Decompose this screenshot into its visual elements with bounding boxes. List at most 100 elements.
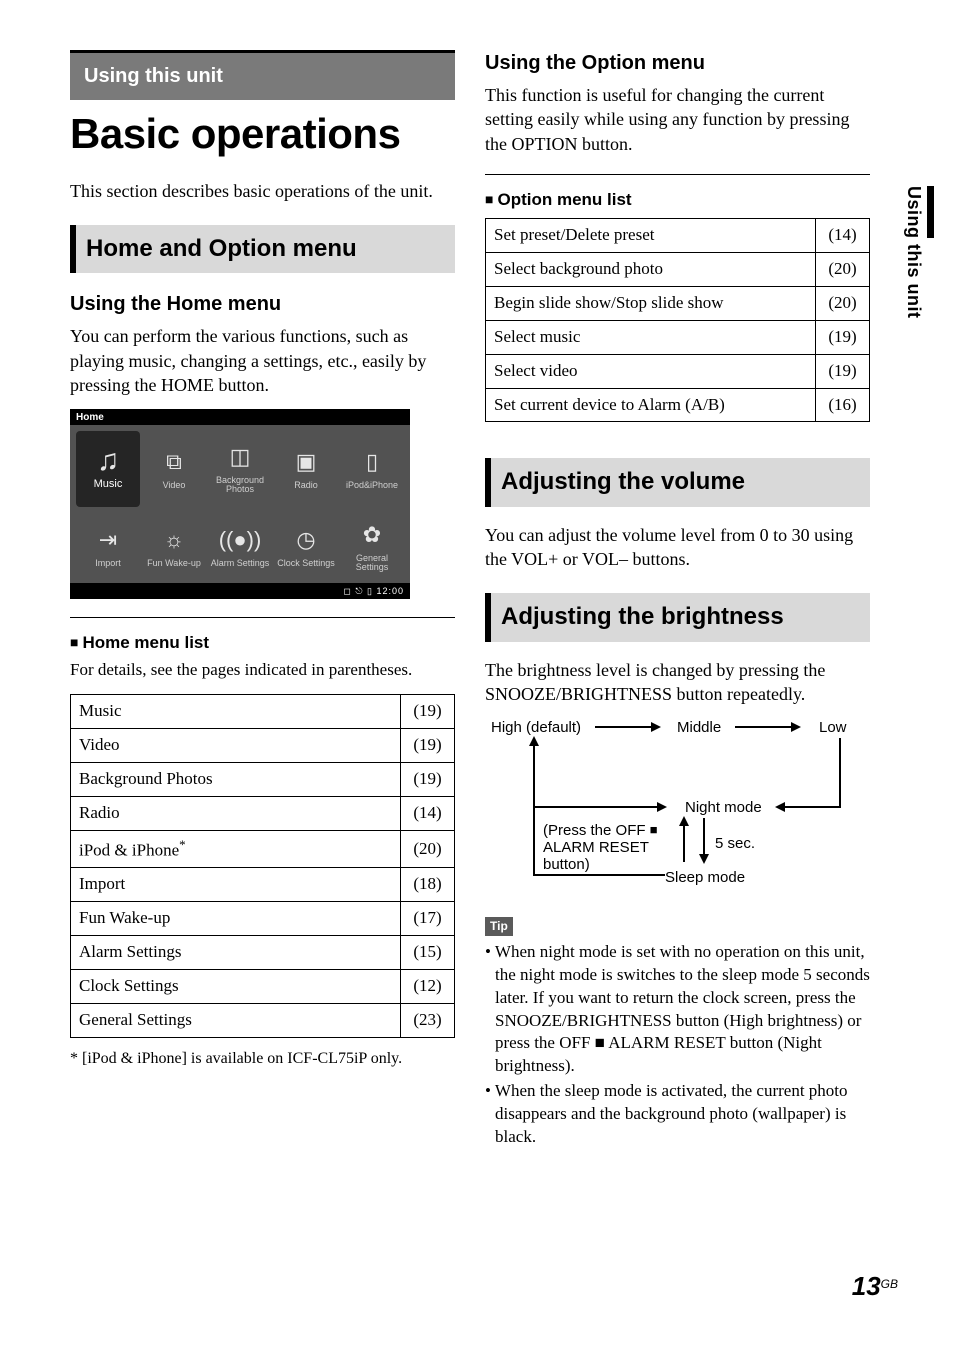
home-menu-cell-label: iPod&iPhone	[346, 481, 398, 490]
arrow-right-icon	[735, 726, 799, 728]
home-menu-cell: ▯ iPod&iPhone	[340, 431, 404, 507]
home-menu-cell: ((●))Alarm Settings	[208, 509, 272, 585]
intro-text: This section describes basic operations …	[70, 179, 455, 203]
table-row: Set preset/Delete preset(14)	[486, 218, 870, 252]
home-item-name: Clock Settings	[71, 970, 401, 1004]
home-item-name: Radio	[71, 796, 401, 830]
home-menu-cell: ⇥Import	[76, 509, 140, 585]
home-menu-cell-icon: ▯	[357, 449, 387, 475]
home-menu-cell-label: General Settings	[340, 554, 404, 573]
home-menu-cell-label: Video	[163, 481, 186, 490]
bd-sleep-label: Sleep mode	[665, 868, 745, 888]
table-row: Background Photos(19)	[71, 763, 455, 797]
home-item-name: Video	[71, 729, 401, 763]
home-menu-screenshot: Home ♫Music⧉Video◫Background Photos▣Radi…	[70, 409, 410, 599]
stop-icon: ■	[650, 822, 658, 837]
table-row: Select background photo(20)	[486, 252, 870, 286]
home-item-page: (19)	[401, 763, 455, 797]
diagram-line	[533, 756, 535, 874]
option-list-heading: ■Option menu list	[485, 189, 870, 212]
home-menu-cell: ◷Clock Settings	[274, 509, 338, 585]
home-menu-cell-icon: ◫	[225, 444, 255, 470]
bd-press-off-3: button)	[543, 855, 590, 875]
home-menu-cell-icon: ((●))	[225, 527, 255, 553]
home-menu-cell-icon: ☼	[159, 527, 189, 553]
option-item-name: Select music	[486, 320, 816, 354]
home-menu-cell: ☼ Fun Wake-up	[142, 509, 206, 585]
home-menu-cell-label: Background Photos	[208, 476, 272, 495]
separator	[485, 174, 870, 175]
option-item-name: Set current device to Alarm (A/B)	[486, 388, 816, 422]
page-title: Basic operations	[70, 106, 455, 163]
left-column: Using this unit Basic operations This se…	[70, 40, 455, 1151]
table-row: iPod & iPhone*(20)	[71, 830, 455, 868]
home-menu-cell-icon: ⧉	[159, 449, 189, 475]
home-item-page: (19)	[401, 695, 455, 729]
home-item-name: Import	[71, 868, 401, 902]
home-menu-cell-label: Fun Wake-up	[147, 559, 201, 568]
side-tab-text: Using this unit	[902, 186, 926, 319]
arrow-down-icon	[703, 818, 705, 862]
separator	[70, 617, 455, 618]
option-list-heading-text: Option menu list	[497, 190, 631, 209]
table-row: Video(19)	[71, 729, 455, 763]
option-item-page: (16)	[816, 388, 870, 422]
right-column: Using the Option menu This function is u…	[485, 40, 870, 1151]
arrow-up-icon	[683, 818, 685, 862]
brightness-text: The brightness level is changed by press…	[485, 658, 870, 707]
home-item-page: (18)	[401, 868, 455, 902]
table-row: Import(18)	[71, 868, 455, 902]
diagram-line	[533, 806, 665, 808]
table-row: Alarm Settings(15)	[71, 936, 455, 970]
bd-middle-label: Middle	[677, 718, 721, 738]
heading-brightness: Adjusting the brightness	[485, 593, 870, 641]
home-item-page: (15)	[401, 936, 455, 970]
table-row: Fun Wake-up(17)	[71, 902, 455, 936]
home-menu-cell-label: Import	[95, 559, 121, 568]
home-item-name: General Settings	[71, 1004, 401, 1038]
section-tag: Using this unit	[70, 50, 455, 100]
heading-home-option: Home and Option menu	[70, 225, 455, 273]
page-number-suffix: GB	[881, 1277, 898, 1291]
home-item-page: (12)	[401, 970, 455, 1004]
using-home-text: You can perform the various functions, s…	[70, 324, 455, 397]
home-item-name: Background Photos	[71, 763, 401, 797]
home-menu-cell-icon: ◷	[291, 527, 321, 553]
tip-item: When the sleep mode is activated, the cu…	[485, 1080, 870, 1149]
bd-low-label: Low	[819, 718, 847, 738]
table-row: Music(19)	[71, 695, 455, 729]
heading-volume: Adjusting the volume	[485, 458, 870, 506]
option-item-name: Select background photo	[486, 252, 816, 286]
home-menu-cell: ◫ Background Photos	[208, 431, 272, 507]
home-item-page: (23)	[401, 1004, 455, 1038]
table-row: Select video(19)	[486, 354, 870, 388]
home-list-heading-text: Home menu list	[82, 633, 209, 652]
home-item-name: Music	[71, 695, 401, 729]
bd-5sec-label: 5 sec.	[715, 834, 755, 854]
heading-using-option: Using the Option menu	[485, 50, 870, 77]
table-row: General Settings(23)	[71, 1004, 455, 1038]
home-item-name: Alarm Settings	[71, 936, 401, 970]
option-item-page: (20)	[816, 252, 870, 286]
brightness-diagram: High (default) Middle Low Night mode (Pr…	[487, 718, 867, 903]
option-item-name: Select video	[486, 354, 816, 388]
home-menu-cell-icon: ✿	[357, 522, 387, 548]
home-menu-cell-label: Radio	[294, 481, 318, 490]
bd-night-label: Night mode	[685, 798, 762, 818]
home-screen-titlebar: Home	[70, 409, 410, 425]
table-row: Clock Settings(12)	[71, 970, 455, 1004]
option-item-page: (20)	[816, 286, 870, 320]
home-screen-statusbar: ◻ ⎋ ▯ 12:00	[70, 583, 410, 599]
tip-item: When night mode is set with no operation…	[485, 941, 870, 1079]
option-item-page: (19)	[816, 320, 870, 354]
arrow-up-icon	[533, 738, 535, 756]
table-row: Begin slide show/Stop slide show(20)	[486, 286, 870, 320]
home-item-name: iPod & iPhone*	[71, 830, 401, 868]
home-list-sub: For details, see the pages indicated in …	[70, 659, 455, 682]
home-item-page: (20)	[401, 830, 455, 868]
home-menu-cell: ✿ General Settings	[340, 509, 404, 585]
home-menu-cell-label: Music	[94, 479, 123, 491]
home-menu-cell-icon: ♫	[93, 447, 123, 473]
page-number: 13GB	[852, 1269, 898, 1304]
option-item-name: Begin slide show/Stop slide show	[486, 286, 816, 320]
